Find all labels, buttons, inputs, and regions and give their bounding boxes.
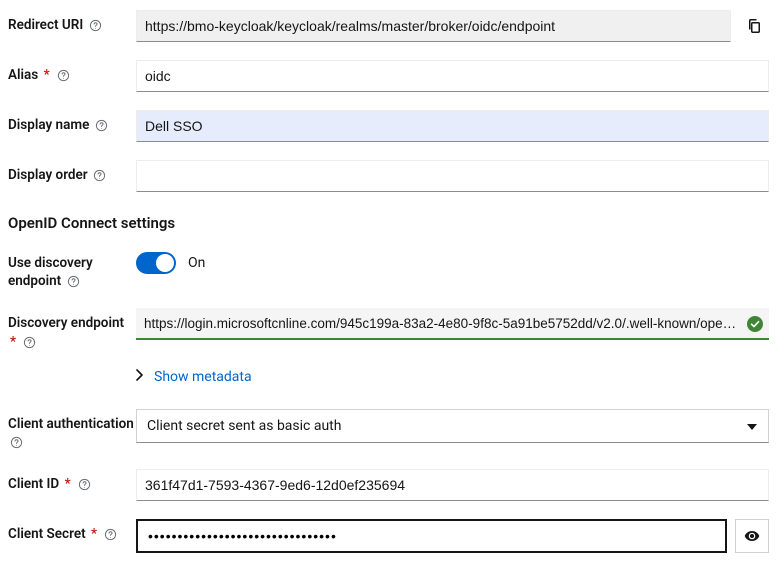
label-alias: Alias * bbox=[8, 60, 136, 84]
label-text: Redirect URI bbox=[8, 17, 83, 33]
display-name-input[interactable] bbox=[136, 110, 769, 142]
show-metadata-toggle[interactable]: Show metadata bbox=[136, 369, 769, 385]
help-icon[interactable] bbox=[93, 169, 106, 182]
row-client-secret: Client Secret * bbox=[8, 519, 769, 553]
label-use-discovery: Use discovery endpoint bbox=[8, 248, 136, 290]
required-marker: * bbox=[10, 334, 16, 350]
required-marker: * bbox=[44, 67, 50, 83]
alias-input[interactable] bbox=[136, 60, 769, 92]
show-metadata-link: Show metadata bbox=[154, 369, 252, 385]
help-icon[interactable] bbox=[57, 69, 70, 82]
row-use-discovery: Use discovery endpoint On bbox=[8, 248, 769, 290]
label-text: Use discovery endpoint bbox=[8, 255, 93, 289]
label-text: Client ID bbox=[8, 476, 59, 492]
help-icon[interactable] bbox=[10, 436, 23, 449]
valid-check-icon bbox=[747, 316, 763, 332]
toggle-state-label: On bbox=[188, 255, 205, 271]
label-text: Display name bbox=[8, 117, 89, 133]
label-display-order: Display order bbox=[8, 160, 136, 184]
row-discovery-endpoint: Discovery endpoint * bbox=[8, 308, 769, 350]
discovery-endpoint-input[interactable] bbox=[136, 308, 769, 340]
row-alias: Alias * bbox=[8, 60, 769, 92]
help-icon[interactable] bbox=[23, 336, 36, 349]
label-discovery-endpoint: Discovery endpoint * bbox=[8, 308, 136, 350]
label-client-id: Client ID * bbox=[8, 469, 136, 493]
row-redirect-uri: Redirect URI bbox=[8, 10, 769, 42]
client-auth-select[interactable]: Client secret sent as basic auth bbox=[136, 409, 769, 443]
row-client-auth: Client authentication Client secret sent… bbox=[8, 409, 769, 451]
chevron-right-icon bbox=[136, 369, 144, 385]
required-marker: * bbox=[91, 526, 97, 542]
help-icon[interactable] bbox=[67, 275, 80, 288]
label-client-secret: Client Secret * bbox=[8, 519, 136, 543]
help-icon[interactable] bbox=[95, 119, 108, 132]
reveal-secret-button[interactable] bbox=[735, 519, 769, 553]
row-client-id: Client ID * bbox=[8, 469, 769, 501]
client-id-input[interactable] bbox=[136, 469, 769, 501]
row-display-name: Display name bbox=[8, 110, 769, 142]
label-text: Discovery endpoint bbox=[8, 315, 124, 331]
caret-down-icon bbox=[747, 418, 757, 434]
required-marker: * bbox=[65, 476, 71, 492]
label-redirect-uri: Redirect URI bbox=[8, 10, 136, 34]
help-icon[interactable] bbox=[78, 478, 91, 491]
use-discovery-toggle[interactable] bbox=[136, 252, 176, 274]
copy-button[interactable] bbox=[739, 10, 769, 42]
display-order-input[interactable] bbox=[136, 160, 769, 192]
section-title-openid: OpenID Connect settings bbox=[8, 214, 769, 232]
label-client-auth: Client authentication bbox=[8, 409, 136, 451]
help-icon[interactable] bbox=[89, 19, 102, 32]
help-icon[interactable] bbox=[104, 528, 117, 541]
label-display-name: Display name bbox=[8, 110, 136, 134]
redirect-uri-input[interactable] bbox=[136, 10, 731, 42]
label-text: Display order bbox=[8, 167, 88, 183]
label-text: Client authentication bbox=[8, 416, 134, 432]
row-display-order: Display order bbox=[8, 160, 769, 192]
label-text: Alias bbox=[8, 67, 38, 83]
label-text: Client Secret bbox=[8, 526, 86, 542]
select-value: Client secret sent as basic auth bbox=[147, 418, 341, 434]
client-secret-input[interactable] bbox=[136, 519, 727, 553]
